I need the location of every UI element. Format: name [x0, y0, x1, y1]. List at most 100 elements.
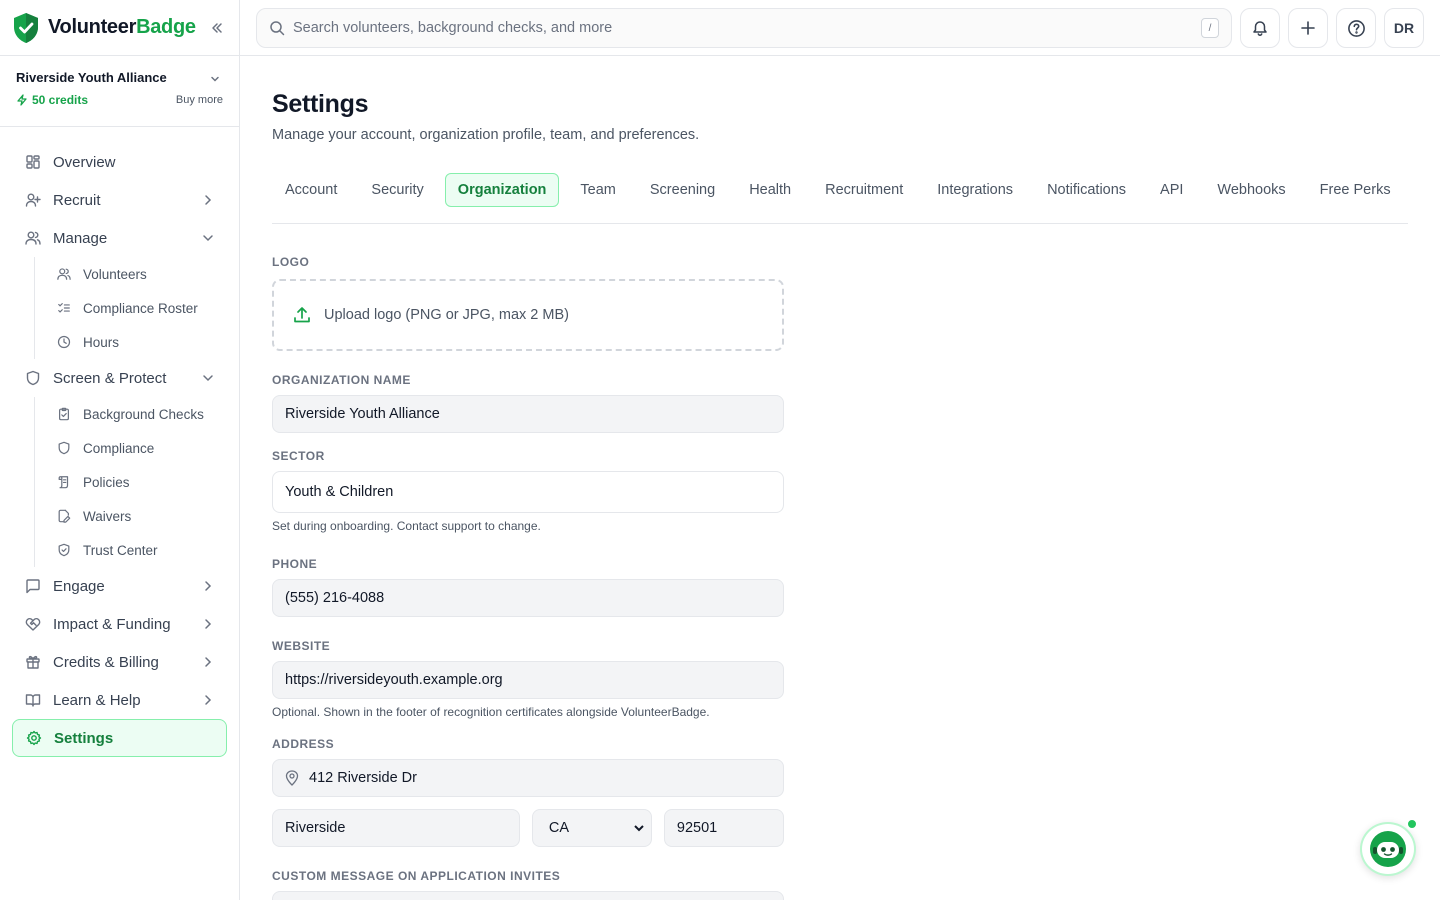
tab-integrations[interactable]: Integrations — [924, 173, 1026, 207]
sidebar-item-label: Trust Center — [83, 542, 158, 558]
sidebar-item-credits-billing[interactable]: Credits & Billing — [12, 643, 227, 681]
tab-health[interactable]: Health — [736, 173, 804, 207]
tab-free-perks[interactable]: Free Perks — [1307, 173, 1404, 207]
city-input[interactable] — [285, 820, 507, 836]
sidebar-item-learn-help[interactable]: Learn & Help — [12, 681, 227, 719]
shield-check-logo-icon — [14, 12, 38, 43]
manage-subnav: Volunteers Compliance Roster Hours — [34, 257, 239, 359]
org-name-label: Organization Name — [272, 373, 411, 387]
custom-message-label: Custom Message on Application Invites — [272, 869, 561, 883]
create-new-button[interactable] — [1288, 8, 1328, 48]
credits-balance: 50 credits — [16, 93, 88, 107]
tab-security[interactable]: Security — [358, 173, 436, 207]
help-button[interactable] — [1336, 8, 1376, 48]
chevron-right-icon — [201, 655, 215, 669]
tab-screening[interactable]: Screening — [637, 173, 728, 207]
sidebar-item-label: Recruit — [53, 191, 101, 209]
global-search[interactable]: / — [256, 8, 1232, 48]
zip-input[interactable] — [676, 820, 771, 836]
sidebar-item-impact-funding[interactable]: Impact & Funding — [12, 605, 227, 643]
sidebar-item-trust-center[interactable]: Trust Center — [35, 533, 239, 567]
custom-message-field[interactable] — [272, 891, 784, 900]
tab-api[interactable]: API — [1147, 173, 1196, 207]
sidebar-item-screen-protect[interactable]: Screen & Protect — [12, 359, 227, 397]
logo-upload-dropzone[interactable]: Upload logo (PNG or JPG, max 2 MB) — [272, 279, 784, 351]
sidebar-item-label: Volunteers — [83, 266, 147, 282]
sidebar-item-background-checks[interactable]: Background Checks — [35, 397, 239, 431]
sidebar-item-waivers[interactable]: Waivers — [35, 499, 239, 533]
tab-webhooks[interactable]: Webhooks — [1204, 173, 1298, 207]
gift-icon — [24, 653, 42, 671]
user-avatar[interactable]: DR — [1384, 8, 1424, 48]
sidebar-item-manage[interactable]: Manage — [12, 219, 227, 257]
search-shortcut-hint: / — [1201, 18, 1219, 38]
state-select[interactable]: CA — [544, 819, 647, 837]
website-field[interactable] — [272, 661, 784, 699]
sidebar-item-hours[interactable]: Hours — [35, 325, 239, 359]
phone-field[interactable] — [272, 579, 784, 617]
sidebar-item-overview[interactable]: Overview — [12, 143, 227, 181]
tab-account[interactable]: Account — [272, 173, 350, 207]
organization-form: Logo Upload logo (PNG or JPG, max 2 MB) … — [272, 255, 784, 900]
sidebar-item-engage[interactable]: Engage — [12, 567, 227, 605]
sidebar-item-label: Background Checks — [83, 406, 204, 422]
tab-notifications[interactable]: Notifications — [1034, 173, 1139, 207]
shield-check-icon — [56, 542, 72, 558]
collapse-sidebar-icon[interactable] — [207, 18, 227, 38]
search-input[interactable] — [293, 20, 1201, 36]
street-input[interactable] — [309, 770, 771, 786]
plus-icon — [1301, 21, 1315, 35]
org-switcher[interactable]: Riverside Youth Alliance 50 credits Buy … — [0, 56, 239, 127]
sidebar-nav: Overview Recruit Manage Volunteers Compl… — [0, 127, 239, 757]
sidebar-item-label: Compliance — [83, 440, 155, 456]
org-name: Riverside Youth Alliance — [16, 70, 167, 85]
top-bar: / DR — [240, 0, 1440, 56]
screen-subnav: Background Checks Compliance Policies Wa… — [34, 397, 239, 567]
sidebar-item-label: Credits & Billing — [53, 653, 159, 671]
sidebar-item-label: Compliance Roster — [83, 300, 198, 316]
shield-icon — [56, 440, 72, 456]
clipboard-check-icon — [56, 406, 72, 422]
website-input[interactable] — [285, 672, 771, 688]
chevron-down-icon — [209, 72, 221, 90]
dashboard-grid-icon — [24, 153, 42, 171]
tab-team[interactable]: Team — [567, 173, 628, 207]
sector-value: Youth & Children — [285, 484, 394, 500]
city-field[interactable] — [272, 809, 520, 847]
buy-more-link[interactable]: Buy more — [176, 94, 223, 106]
page-title: Settings — [272, 90, 369, 118]
phone-label: Phone — [272, 557, 318, 571]
chat-assistant-button[interactable] — [1360, 822, 1416, 876]
notifications-button[interactable] — [1240, 8, 1280, 48]
page-subtitle: Manage your account, organization profil… — [272, 127, 700, 143]
gear-icon — [25, 729, 43, 747]
sidebar-item-policies[interactable]: Policies — [35, 465, 239, 499]
tab-recruitment[interactable]: Recruitment — [812, 173, 916, 207]
sidebar-item-compliance[interactable]: Compliance — [35, 431, 239, 465]
sector-label: Sector — [272, 449, 325, 463]
heart-handshake-icon — [24, 615, 42, 633]
search-icon — [270, 21, 285, 36]
message-square-icon — [24, 577, 42, 595]
chevron-down-icon — [201, 231, 215, 245]
state-field[interactable]: CA — [531, 809, 652, 847]
robot-assistant-icon — [1370, 831, 1406, 867]
sidebar-item-volunteers[interactable]: Volunteers — [35, 257, 239, 291]
street-field[interactable] — [272, 759, 784, 797]
sidebar-item-compliance-roster[interactable]: Compliance Roster — [35, 291, 239, 325]
org-name-input[interactable] — [285, 406, 771, 422]
sidebar-item-recruit[interactable]: Recruit — [12, 181, 227, 219]
sidebar-item-settings[interactable]: Settings — [12, 719, 227, 757]
logo-label: Logo — [272, 255, 310, 269]
sidebar-item-label: Learn & Help — [53, 691, 141, 709]
sidebar-item-label: Policies — [83, 474, 130, 490]
chevron-down-icon — [201, 371, 215, 385]
tab-organization[interactable]: Organization — [444, 173, 560, 207]
sidebar-item-label: Impact & Funding — [53, 615, 171, 633]
shield-icon — [24, 369, 42, 387]
zip-field[interactable] — [663, 809, 784, 847]
org-name-field[interactable] — [272, 395, 784, 433]
lightning-icon — [17, 94, 27, 106]
sidebar-item-label: Screen & Protect — [53, 369, 167, 387]
phone-input[interactable] — [285, 590, 771, 606]
